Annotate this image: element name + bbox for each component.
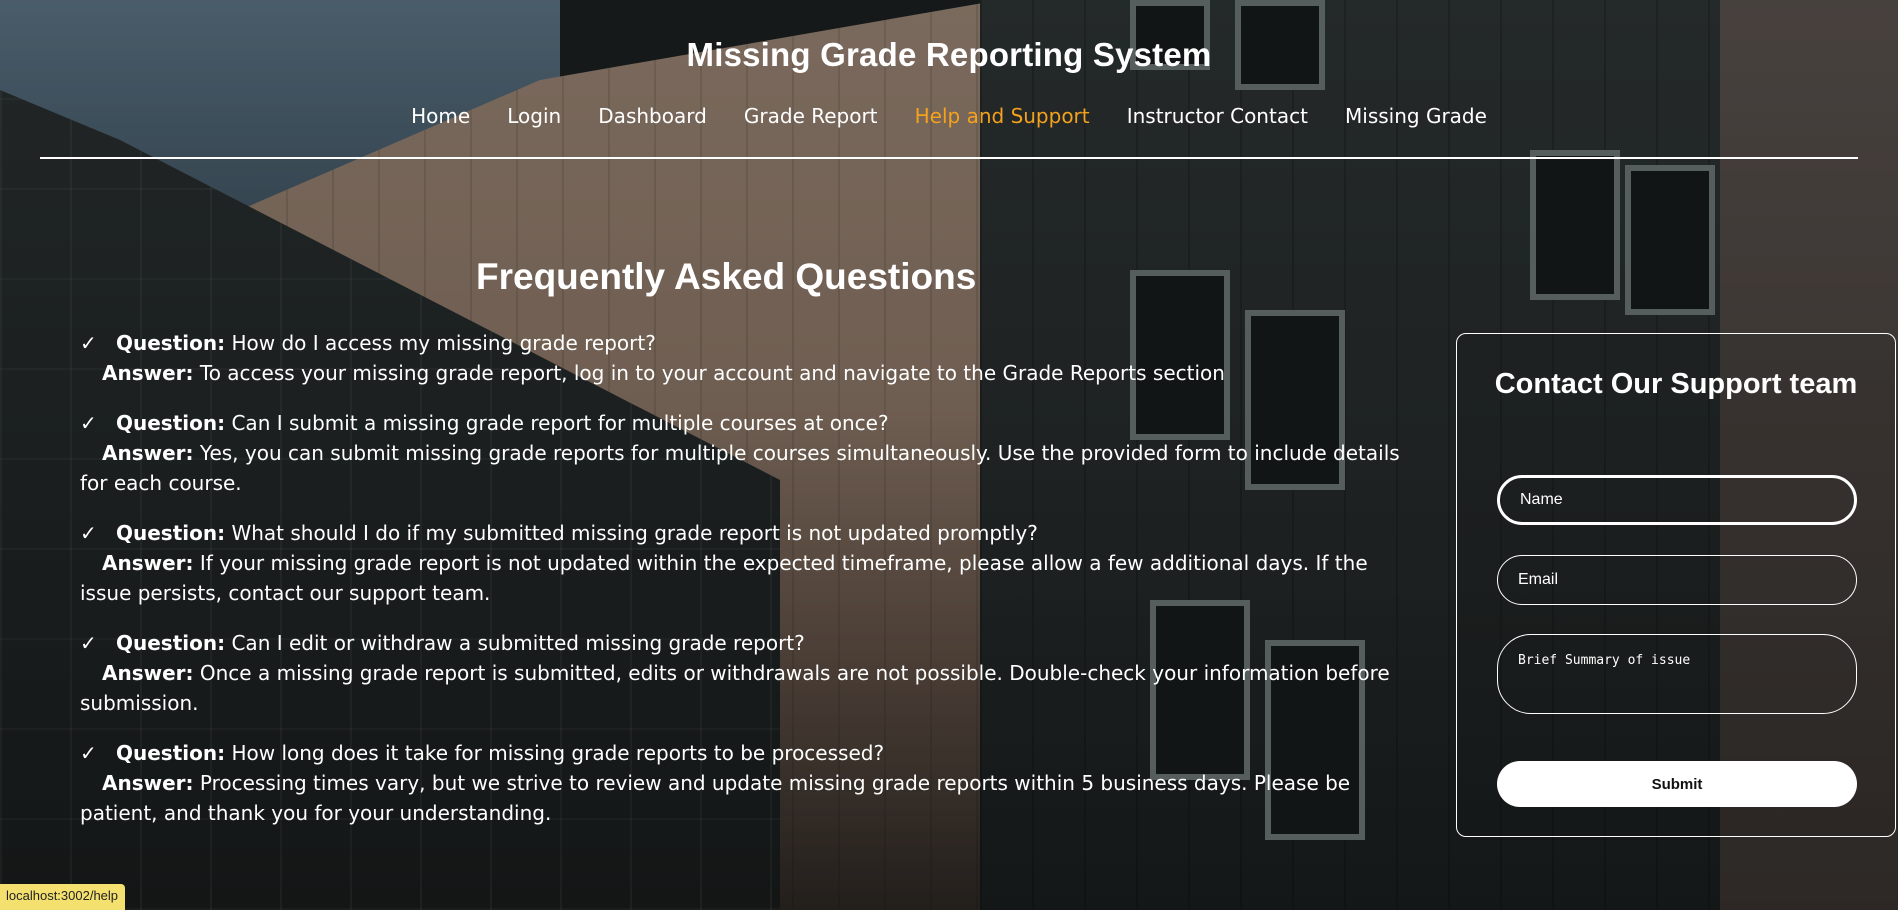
question-text: Can I submit a missing grade report for …: [231, 411, 889, 435]
faq-question: ✓ Question: How long does it take for mis…: [80, 738, 1400, 768]
nav-grade-report[interactable]: Grade Report: [744, 104, 878, 128]
answer-label: Answer:: [102, 441, 194, 465]
faq-item: ✓ Question: Can I submit a missing grade …: [80, 408, 1400, 498]
faq-item: ✓ Question: Can I edit or withdraw a subm…: [80, 628, 1400, 718]
faq-question: ✓ Question: Can I submit a missing grade …: [80, 408, 1400, 438]
answer-text: To access your missing grade report, log…: [199, 361, 1225, 385]
contact-support-panel: Contact Our Support team Submit: [1456, 333, 1896, 837]
header-divider: [40, 157, 1858, 159]
answer-text: If your missing grade report is not upda…: [80, 551, 1368, 605]
status-bar-url: localhost:3002/help: [0, 884, 126, 910]
answer-label: Answer:: [102, 661, 194, 685]
answer-label: Answer:: [102, 771, 194, 795]
name-field[interactable]: [1497, 475, 1857, 525]
question-text: Can I edit or withdraw a submitted missi…: [231, 631, 805, 655]
answer-text: Once a missing grade report is submitted…: [80, 661, 1390, 715]
faq-answer: Answer: Processing times vary, but we st…: [80, 768, 1400, 828]
faq-question: ✓ Question: Can I edit or withdraw a subm…: [80, 628, 1400, 658]
faq-answer: Answer: To access your missing grade rep…: [80, 358, 1400, 388]
answer-text: Yes, you can submit missing grade report…: [80, 441, 1400, 495]
answer-text: Processing times vary, but we strive to …: [80, 771, 1351, 825]
issue-summary-field[interactable]: [1497, 634, 1857, 714]
nav-dashboard[interactable]: Dashboard: [598, 104, 707, 128]
faq-answer: Answer: Once a missing grade report is s…: [80, 658, 1400, 718]
nav-instructor-contact[interactable]: Instructor Contact: [1127, 104, 1308, 128]
faq-item: ✓ Question: What should I do if my submit…: [80, 518, 1400, 608]
faq-item: ✓ Question: How do I access my missing gr…: [80, 328, 1400, 388]
nav-missing-grade[interactable]: Missing Grade: [1345, 104, 1487, 128]
question-text: What should I do if my submitted missing…: [231, 521, 1038, 545]
checkmark-icon: ✓: [80, 521, 97, 545]
question-label: Question:: [116, 741, 226, 765]
checkmark-icon: ✓: [80, 741, 97, 765]
checkmark-icon: ✓: [80, 411, 97, 435]
site-title: Missing Grade Reporting System: [686, 36, 1212, 73]
question-label: Question:: [116, 411, 226, 435]
faq-item: ✓ Question: How long does it take for mis…: [80, 738, 1400, 828]
question-text: How long does it take for missing grade …: [231, 741, 885, 765]
answer-label: Answer:: [102, 361, 194, 385]
checkmark-icon: ✓: [80, 331, 97, 355]
question-text: How do I access my missing grade report?: [231, 331, 656, 355]
main-nav: Home Login Dashboard Grade Report Help a…: [0, 104, 1898, 128]
question-label: Question:: [116, 331, 226, 355]
faq-list: ✓ Question: How do I access my missing gr…: [80, 328, 1400, 848]
question-label: Question:: [116, 521, 226, 545]
faq-answer: Answer: If your missing grade report is …: [80, 548, 1400, 608]
faq-title: Frequently Asked Questions: [476, 256, 977, 297]
checkmark-icon: ✓: [80, 631, 97, 655]
answer-label: Answer:: [102, 551, 194, 575]
contact-title: Contact Our Support team: [1494, 368, 1858, 400]
submit-button[interactable]: Submit: [1497, 761, 1857, 807]
question-label: Question:: [116, 631, 226, 655]
nav-help-and-support[interactable]: Help and Support: [915, 104, 1090, 128]
faq-question: ✓ Question: What should I do if my submit…: [80, 518, 1400, 548]
nav-login[interactable]: Login: [507, 104, 561, 128]
faq-question: ✓ Question: How do I access my missing gr…: [80, 328, 1400, 358]
site-header: Missing Grade Reporting System Home Logi…: [0, 0, 1898, 160]
nav-home[interactable]: Home: [411, 104, 470, 128]
faq-answer: Answer: Yes, you can submit missing grad…: [80, 438, 1400, 498]
email-field[interactable]: [1497, 555, 1857, 605]
